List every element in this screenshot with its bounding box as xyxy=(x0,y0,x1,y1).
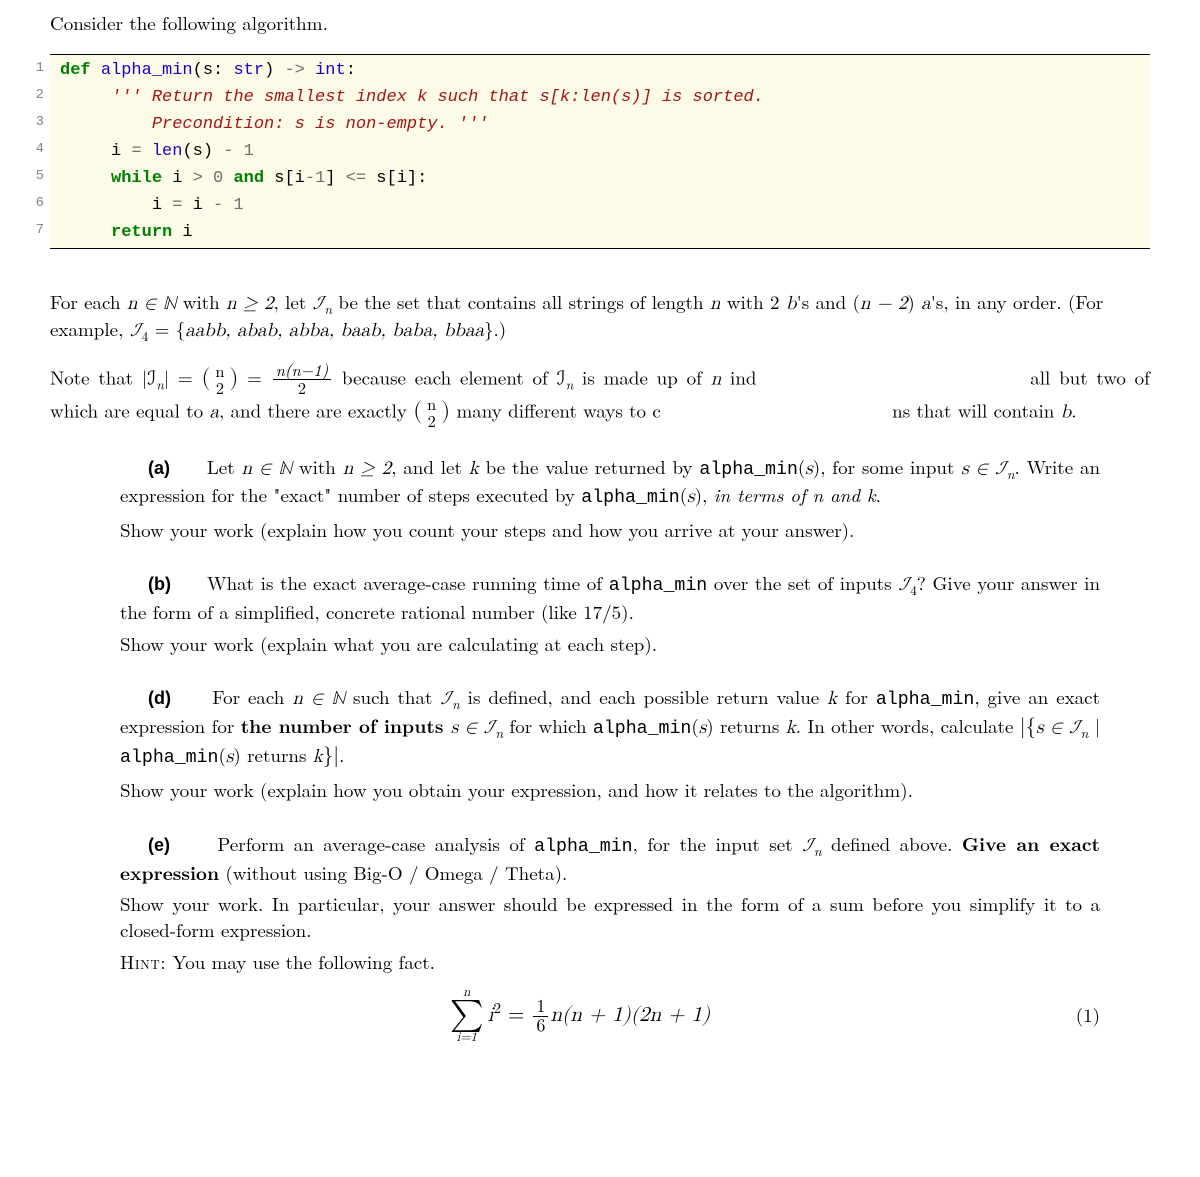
binom-stack: n2 xyxy=(212,363,227,396)
question-d: (d) For each n ∈ ℕ such that ℐn is defin… xyxy=(120,684,1100,803)
paragraph: Note that |ℐn| = (n2) = n(n−1)2 because … xyxy=(50,362,1150,430)
questions: (a) Let n ∈ ℕ with n ≥ 2, and let k be t… xyxy=(120,454,1100,1045)
equation-row: n ∑ i=1 i2 = 16n(n + 1)(2n + 1) (1) xyxy=(120,986,1100,1044)
show-work: Show your work (explain how you obtain y… xyxy=(120,777,1100,803)
line-number: 4 xyxy=(16,136,44,163)
sigma-icon: n ∑ i=1 xyxy=(450,986,484,1044)
problem-text: For each n ∈ ℕ with n ≥ 2, let ℐn be the… xyxy=(50,289,1150,430)
question-b: (b) What is the exact average-case runni… xyxy=(120,570,1100,656)
line-number: 7 xyxy=(16,217,44,244)
fraction: n(n−1)2 xyxy=(273,362,332,396)
binomial: ( xyxy=(202,368,211,390)
line-number: 2 xyxy=(16,82,44,109)
show-work: Show your work (explain what you are cal… xyxy=(120,631,1100,657)
fraction: 16 xyxy=(533,998,548,1036)
line-number: 1 xyxy=(16,55,44,82)
paragraph: For each n ∈ ℕ with n ≥ 2, let ℐn be the… xyxy=(50,289,1150,344)
line-number-gutter: 1 2 3 4 5 6 7 xyxy=(16,55,44,244)
question-text: (d) For each n ∈ ℕ such that ℐn is defin… xyxy=(120,684,1100,771)
code-block: 1 2 3 4 5 6 7 def alpha_min(s: str) -> i… xyxy=(50,55,1150,248)
code-listing: def alpha_min(s: str) -> int: ''' Return… xyxy=(50,55,1150,248)
question-text: (b) What is the exact average-case runni… xyxy=(120,570,1100,624)
document-page: Consider the following algorithm. 1 2 3 … xyxy=(0,10,1200,1177)
line-number: 5 xyxy=(16,163,44,190)
equation-number: (1) xyxy=(1040,1002,1100,1028)
intro-sentence: Consider the following algorithm. xyxy=(50,10,1150,36)
bottom-rule xyxy=(50,248,1150,249)
show-work: Show your work (explain how you count yo… xyxy=(120,517,1100,543)
equation: n ∑ i=1 i2 = 16n(n + 1)(2n + 1) xyxy=(120,986,1040,1044)
line-number: 3 xyxy=(16,109,44,136)
question-e: (e) Perform an average-case analysis of … xyxy=(120,831,1100,1044)
question-text: (a) Let n ∈ ℕ with n ≥ 2, and let k be t… xyxy=(120,454,1100,511)
line-number: 6 xyxy=(16,190,44,217)
question-text: (e) Perform an average-case analysis of … xyxy=(120,831,1100,885)
show-work: Show your work. In particular, your answ… xyxy=(120,891,1100,942)
question-a: (a) Let n ∈ ℕ with n ≥ 2, and let k be t… xyxy=(120,454,1100,543)
hint: Hint: You may use the following fact. xyxy=(120,949,1100,975)
